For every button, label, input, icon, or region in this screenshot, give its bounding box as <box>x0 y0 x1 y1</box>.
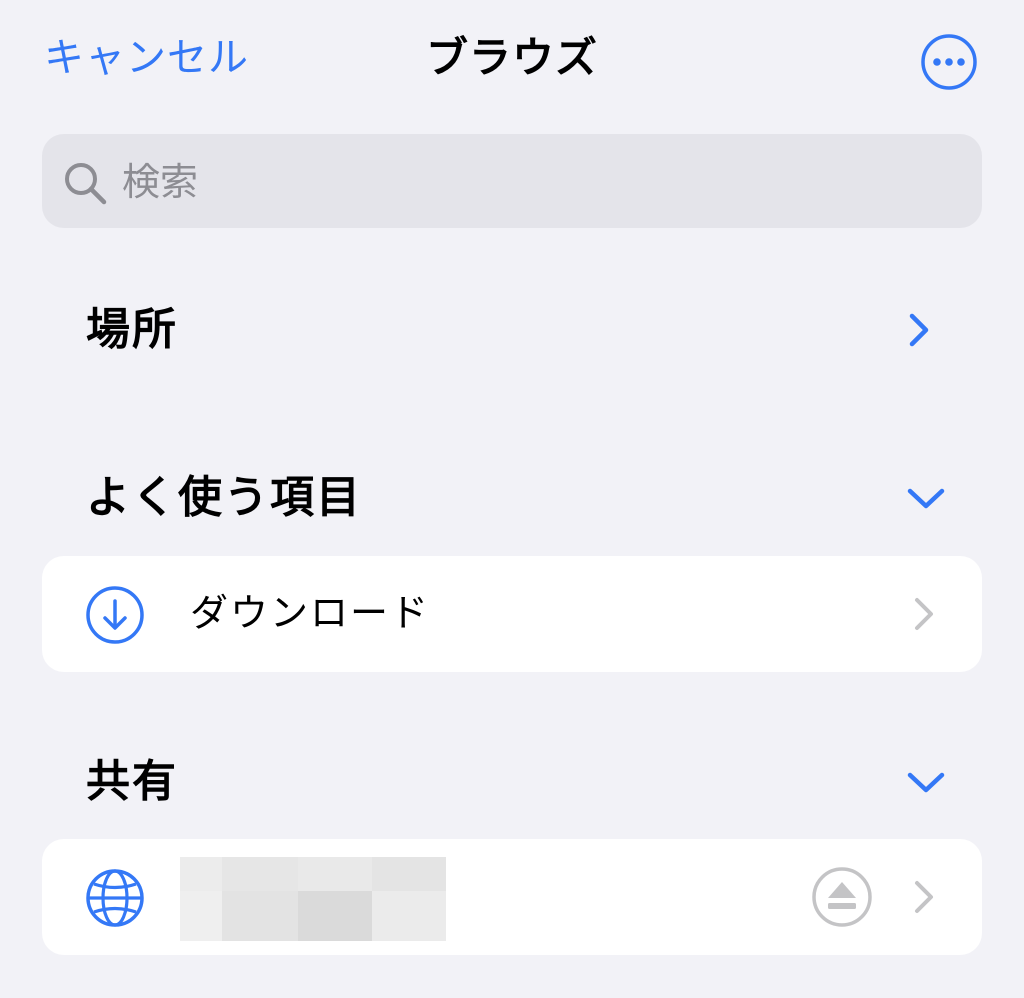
chevron-right-icon <box>915 881 933 913</box>
chevron-down-icon <box>907 488 945 509</box>
chevron-right-icon <box>909 313 929 347</box>
ellipsis-circle-icon <box>921 34 977 90</box>
section-header-locations[interactable]: 場所 <box>42 290 982 370</box>
more-button[interactable] <box>920 33 978 91</box>
browse-screen: キャンセル ブラウズ 場所 よく使う項目 ダウンロード <box>0 0 1024 998</box>
chevron-right-icon <box>915 598 933 630</box>
download-circle-icon <box>86 586 144 644</box>
chevron-down-icon <box>907 772 945 793</box>
section-header-shared[interactable]: 共有 <box>42 742 982 822</box>
globe-icon <box>86 869 144 927</box>
search-input[interactable] <box>122 154 942 210</box>
search-icon <box>65 163 107 205</box>
redacted-item-name <box>180 857 446 941</box>
eject-icon <box>812 867 872 927</box>
section-header-favorites[interactable]: よく使う項目 <box>42 458 982 538</box>
section-title-shared: 共有 <box>86 756 178 807</box>
list-item-downloads[interactable]: ダウンロード <box>42 556 982 672</box>
section-title-favorites: よく使う項目 <box>86 472 362 523</box>
list-item-label: ダウンロード <box>190 591 431 635</box>
eject-button[interactable] <box>810 865 874 929</box>
page-title: ブラウズ <box>425 33 598 82</box>
list-item-shared-server[interactable] <box>42 839 982 955</box>
section-title-locations: 場所 <box>86 304 178 355</box>
